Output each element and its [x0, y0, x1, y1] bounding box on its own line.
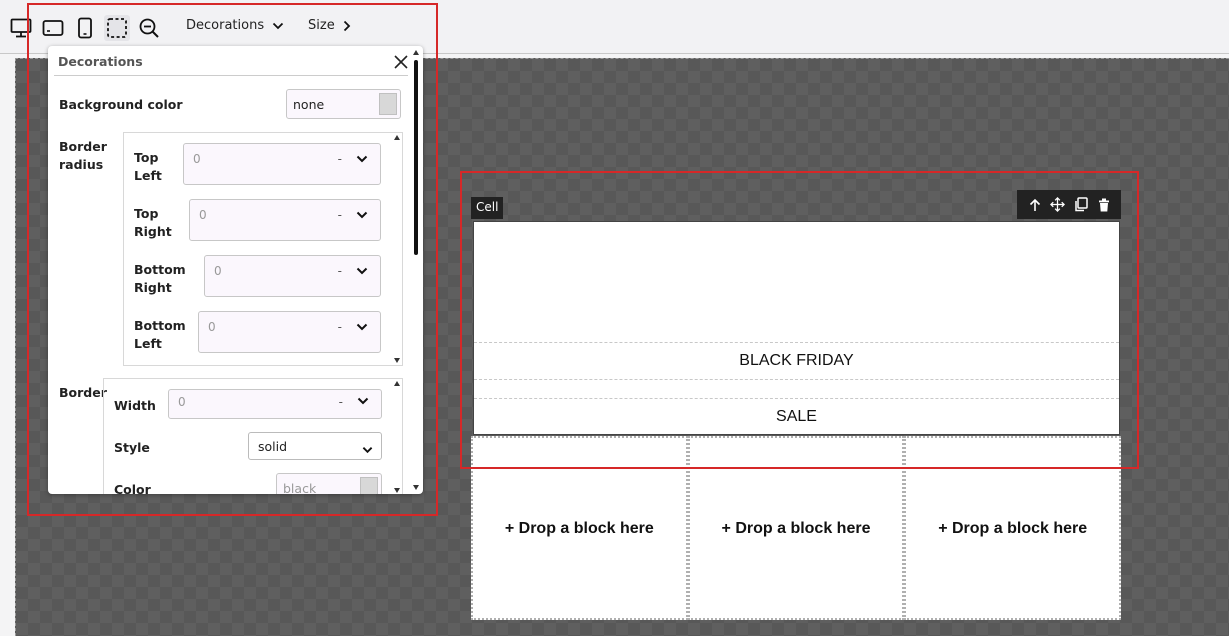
panel-title: Decorations: [58, 54, 143, 69]
tablet-landscape-icon[interactable]: [40, 15, 66, 41]
drop-zone-header: [906, 438, 1120, 468]
border-width-unit: -: [338, 395, 343, 409]
bottom-right-unit: -: [337, 264, 342, 278]
border-width-value: 0: [178, 395, 186, 409]
desktop-icon[interactable]: [8, 15, 34, 41]
size-menu-label: Size: [308, 18, 335, 33]
border-color-swatch[interactable]: [360, 477, 378, 494]
close-icon[interactable]: [394, 54, 408, 69]
bottom-left-label: Bottom Left: [134, 318, 186, 351]
scroll-up-icon[interactable]: [394, 381, 400, 386]
top-left-radius-input[interactable]: 0 -: [183, 143, 381, 185]
sale-text[interactable]: SALE: [474, 408, 1119, 426]
copy-icon[interactable]: [1073, 197, 1089, 213]
decorations-panel: Decorations Background color none Border…: [48, 46, 423, 494]
border-radius-label: Border radius: [59, 139, 107, 172]
chevron-down-icon[interactable]: [357, 394, 369, 409]
scrollbar-thumb[interactable]: [414, 60, 418, 255]
border-radius-scrollbar[interactable]: [393, 135, 401, 363]
background-color-value: none: [293, 96, 325, 112]
decorations-menu-label: Decorations: [186, 18, 265, 33]
border-scrollbar[interactable]: [393, 381, 401, 493]
scroll-down-icon[interactable]: [413, 485, 419, 490]
chevron-down-icon[interactable]: [356, 152, 368, 167]
bottom-right-value: 0: [214, 264, 222, 278]
border-label: Border: [59, 385, 107, 400]
selection-icon[interactable]: [104, 15, 130, 41]
panel-scrollbar[interactable]: [412, 50, 420, 490]
scroll-down-icon[interactable]: [394, 358, 400, 363]
top-left-label: Top Left: [134, 150, 162, 183]
bottom-right-radius-input[interactable]: 0 -: [204, 255, 381, 297]
drop-zone-header: [689, 438, 903, 468]
cell-toolbar: [1017, 190, 1121, 219]
border-color-label: Color: [114, 482, 151, 494]
bottom-left-unit: -: [337, 320, 342, 334]
chevron-right-icon: [343, 20, 350, 31]
spacer-row[interactable]: [474, 380, 1119, 399]
black-friday-row[interactable]: BLACK FRIDAY: [474, 343, 1119, 380]
border-color-input[interactable]: black: [276, 473, 382, 494]
top-left-value: 0: [193, 152, 201, 166]
drop-zone[interactable]: + Drop a block here: [471, 436, 688, 620]
hero-image-area[interactable]: [474, 222, 1119, 343]
background-color-label: Background color: [59, 97, 183, 112]
bottom-left-radius-input[interactable]: 0 -: [198, 311, 381, 353]
chevron-down-icon[interactable]: [356, 264, 368, 279]
chevron-down-icon[interactable]: [356, 320, 368, 335]
border-style-label: Style: [114, 440, 150, 455]
scroll-up-icon[interactable]: [413, 50, 419, 55]
drop-zone[interactable]: + Drop a block here: [687, 436, 905, 620]
drop-zone-label: + Drop a block here: [721, 520, 871, 537]
zoom-out-icon[interactable]: [136, 15, 162, 41]
trash-icon[interactable]: [1096, 197, 1112, 213]
top-right-value: 0: [199, 208, 207, 222]
top-right-radius-input[interactable]: 0 -: [189, 199, 381, 241]
drop-zone-header: [473, 438, 686, 468]
background-color-input[interactable]: none: [286, 89, 401, 119]
border-radius-group: Top Left 0 - Top Right 0 - Bottom Right …: [123, 132, 403, 366]
drop-zone-label: + Drop a block here: [504, 520, 654, 537]
border-width-label: Width: [114, 398, 156, 413]
black-friday-text[interactable]: BLACK FRIDAY: [474, 352, 1119, 370]
background-color-swatch[interactable]: [379, 93, 397, 115]
drop-zone-label: + Drop a block here: [938, 520, 1088, 537]
bottom-left-value: 0: [208, 320, 216, 334]
chevron-down-icon: [272, 22, 284, 29]
border-width-input[interactable]: 0 -: [168, 389, 382, 419]
bottom-right-label: Bottom Right: [134, 262, 186, 295]
size-menu[interactable]: Size: [308, 18, 351, 33]
scroll-up-icon[interactable]: [394, 135, 400, 140]
scroll-down-icon[interactable]: [394, 488, 400, 493]
border-group: Width 0 - Style solid Color black: [103, 378, 403, 494]
chevron-down-icon: [362, 442, 373, 457]
top-right-unit: -: [337, 208, 342, 222]
drop-zones-row: + Drop a block here + Drop a block here …: [471, 436, 1122, 620]
arrow-up-icon[interactable]: [1027, 197, 1043, 213]
top-right-label: Top Right: [134, 206, 172, 239]
border-color-value: black: [283, 480, 317, 495]
hero-cell[interactable]: BLACK FRIDAY SALE: [473, 221, 1120, 435]
decorations-menu[interactable]: Decorations: [186, 18, 284, 33]
chevron-down-icon[interactable]: [356, 208, 368, 223]
panel-header: Decorations: [54, 48, 408, 76]
cell-tag: Cell: [471, 197, 504, 219]
top-left-unit: -: [337, 152, 342, 166]
mobile-icon[interactable]: [72, 15, 98, 41]
border-style-select[interactable]: solid: [248, 432, 382, 460]
move-icon[interactable]: [1050, 197, 1066, 213]
border-style-value: solid: [258, 438, 288, 454]
drop-zone[interactable]: + Drop a block here: [904, 436, 1122, 620]
